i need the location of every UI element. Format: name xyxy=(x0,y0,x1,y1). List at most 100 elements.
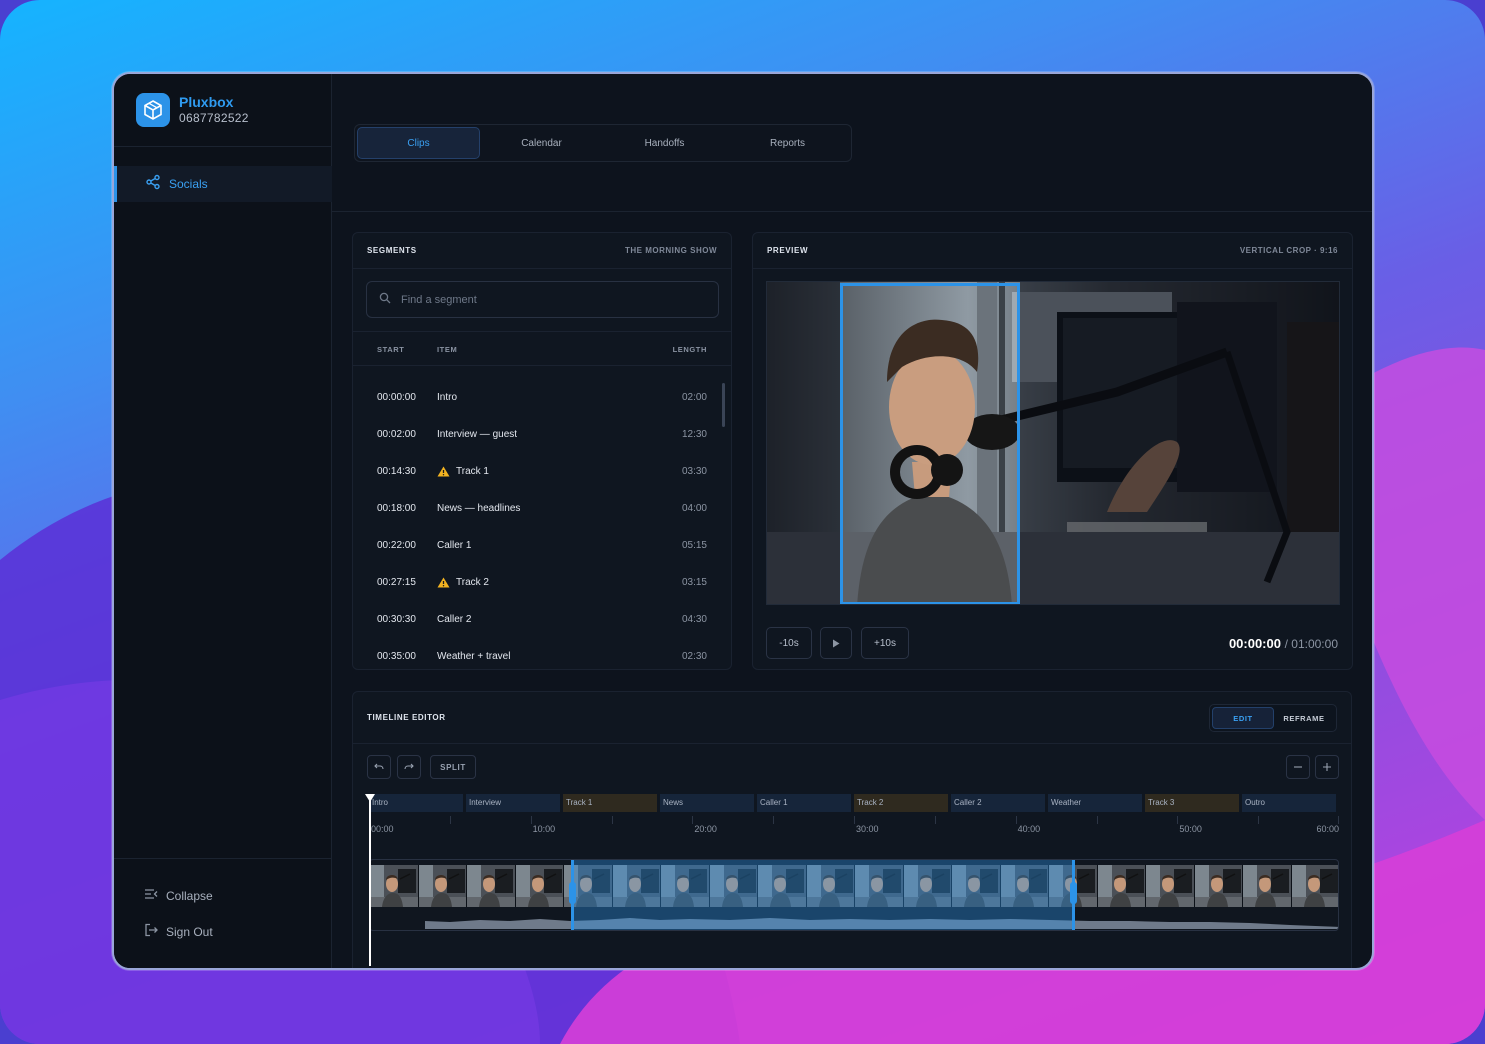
main-area: Clips Calendar Handoffs Reports SEGMENTS… xyxy=(332,74,1372,968)
tab-calendar[interactable]: Calendar xyxy=(480,127,603,159)
scrollbar[interactable] xyxy=(722,383,725,427)
tick-label: 50:00 xyxy=(1179,824,1202,834)
tick-mark xyxy=(611,816,613,824)
collapse-button[interactable]: Collapse xyxy=(144,888,213,903)
sign-out-button[interactable]: Sign Out xyxy=(144,923,213,940)
video-preview[interactable] xyxy=(766,281,1340,605)
tick-mark xyxy=(1015,816,1017,824)
row-start: 00:27:15 xyxy=(377,577,416,588)
forward-10s-button[interactable]: +10s xyxy=(861,627,909,659)
sidebar-divider xyxy=(114,146,332,147)
reframe-mode-button[interactable]: REFRAME xyxy=(1274,707,1334,729)
crop-mask-left xyxy=(767,282,840,604)
row-item: Caller 2 xyxy=(437,614,472,625)
timeline-segment[interactable]: News xyxy=(660,794,755,812)
selection-end-handle[interactable] xyxy=(1070,882,1078,904)
timeline-segment[interactable]: Intro xyxy=(369,794,464,812)
rewind-10s-button[interactable]: -10s xyxy=(766,627,812,659)
redo-button[interactable] xyxy=(397,755,421,779)
row-start: 00:14:30 xyxy=(377,466,416,477)
undo-icon xyxy=(374,763,384,770)
tab-reports[interactable]: Reports xyxy=(726,127,849,159)
segment-track: Intro Interview Track 1 News Caller 1 Track 2… xyxy=(369,794,1339,812)
table-row[interactable]: 00:00:00 Intro 02:00 xyxy=(353,377,731,414)
row-length: 03:30 xyxy=(681,466,707,477)
table-row[interactable]: 00:02:00 Interview — guest 12:30 xyxy=(353,414,731,451)
tick-label: 10:00 xyxy=(532,824,556,834)
timeline-segment[interactable]: Track 1 xyxy=(563,794,658,812)
table-row[interactable]: 00:18:00 News — headlines 04:00 xyxy=(353,488,731,525)
timeline-segment[interactable]: Outro xyxy=(1242,794,1337,812)
column-item: ITEM xyxy=(437,345,458,354)
video-thumbnail xyxy=(515,865,564,907)
tick-mark xyxy=(449,816,451,824)
collapse-label: Collapse xyxy=(166,888,213,903)
timeline-title: TIMELINE EDITOR xyxy=(367,713,446,722)
tick-label: 40:00 xyxy=(1017,824,1041,834)
row-start: 00:35:00 xyxy=(377,651,416,662)
table-row[interactable]: 00:22:00 Caller 1 05:15 xyxy=(353,525,731,562)
tick-mark xyxy=(854,816,855,824)
segment-search-input[interactable]: Find a segment xyxy=(366,281,719,318)
segments-show-name: THE MORNING SHOW xyxy=(625,246,717,255)
sidebar-item-label: Socials xyxy=(169,177,208,191)
sign-out-label: Sign Out xyxy=(166,924,213,939)
row-item: Intro xyxy=(437,392,458,403)
tick-mark xyxy=(1338,816,1339,824)
tab-clips[interactable]: Clips xyxy=(357,127,480,159)
brand-name: Pluxbox xyxy=(179,94,234,110)
split-button[interactable]: SPLIT xyxy=(430,755,476,779)
timeline-segment[interactable]: Weather xyxy=(1048,794,1143,812)
timeline-segment[interactable]: Caller 1 xyxy=(757,794,852,812)
sidebar-item-socials[interactable]: Socials xyxy=(114,166,332,202)
row-item: Caller 1 xyxy=(437,540,472,551)
tab-handoffs[interactable]: Handoffs xyxy=(603,127,726,159)
video-thumbnail xyxy=(1097,865,1146,907)
row-length: 03:15 xyxy=(681,577,707,588)
table-row[interactable]: 00:35:00 Weather + travel 02:30 xyxy=(353,636,731,669)
row-item: Track 1 xyxy=(456,466,489,477)
segment-list: 00:00:00 Intro 02:00 00:02:00 Interview … xyxy=(353,377,731,669)
tick-mark xyxy=(692,816,694,824)
video-thumbnail xyxy=(1194,865,1243,907)
row-length: 05:15 xyxy=(681,540,707,551)
playhead[interactable] xyxy=(365,794,375,966)
topbar: Clips Calendar Handoffs Reports xyxy=(332,74,1372,212)
minus-icon xyxy=(1294,766,1302,768)
row-item: Interview — guest xyxy=(437,429,518,440)
play-button[interactable] xyxy=(820,627,852,659)
tick-label: 30:00 xyxy=(856,824,879,834)
selected-range[interactable] xyxy=(568,860,1078,930)
divider xyxy=(353,365,731,366)
redo-icon xyxy=(404,763,414,770)
video-thumbnail xyxy=(1243,865,1292,907)
selection-start-handle[interactable] xyxy=(568,882,576,904)
share-icon xyxy=(145,174,161,195)
video-thumbnail xyxy=(1291,865,1338,907)
time-display: 00:00:00 / 01:00:00 xyxy=(1229,636,1338,651)
zoom-out-button[interactable] xyxy=(1286,755,1310,779)
play-icon xyxy=(833,639,840,647)
row-length: 02:30 xyxy=(681,651,707,662)
row-item: Weather + travel xyxy=(437,651,511,662)
timeline-segment[interactable]: Track 2 xyxy=(854,794,949,812)
preview-panel: PREVIEW VERTICAL CROP · 9:16 -10s +10s 0… xyxy=(752,232,1353,670)
timeline-segment[interactable]: Caller 2 xyxy=(951,794,1046,812)
edit-mode-button[interactable]: EDIT xyxy=(1212,707,1274,729)
table-row[interactable]: 00:27:15 Track 2 03:15 xyxy=(353,562,731,599)
app-window: Pluxbox 0687782522 Socials Collapse Sign… xyxy=(112,72,1374,970)
timeline-segment[interactable]: Interview xyxy=(466,794,561,812)
time-ruler: 00:00 10:00 20:00 30:00 40:00 50:00 60:00 xyxy=(369,816,1339,836)
filmstrip-track[interactable] xyxy=(369,859,1339,931)
sidebar-bottom-divider xyxy=(114,858,332,859)
undo-button[interactable] xyxy=(367,755,391,779)
timeline-segment[interactable]: Track 3 xyxy=(1145,794,1240,812)
table-row[interactable]: 00:14:30 Track 1 03:30 xyxy=(353,451,731,488)
crop-frame[interactable] xyxy=(840,283,1020,604)
video-thumbnail xyxy=(370,865,419,907)
row-length: 12:30 xyxy=(681,429,707,440)
mode-toggle: EDIT REFRAME xyxy=(1209,704,1337,732)
zoom-in-button[interactable] xyxy=(1315,755,1339,779)
table-row[interactable]: 00:30:30 Caller 2 04:30 xyxy=(353,599,731,636)
row-length: 02:00 xyxy=(681,392,707,403)
